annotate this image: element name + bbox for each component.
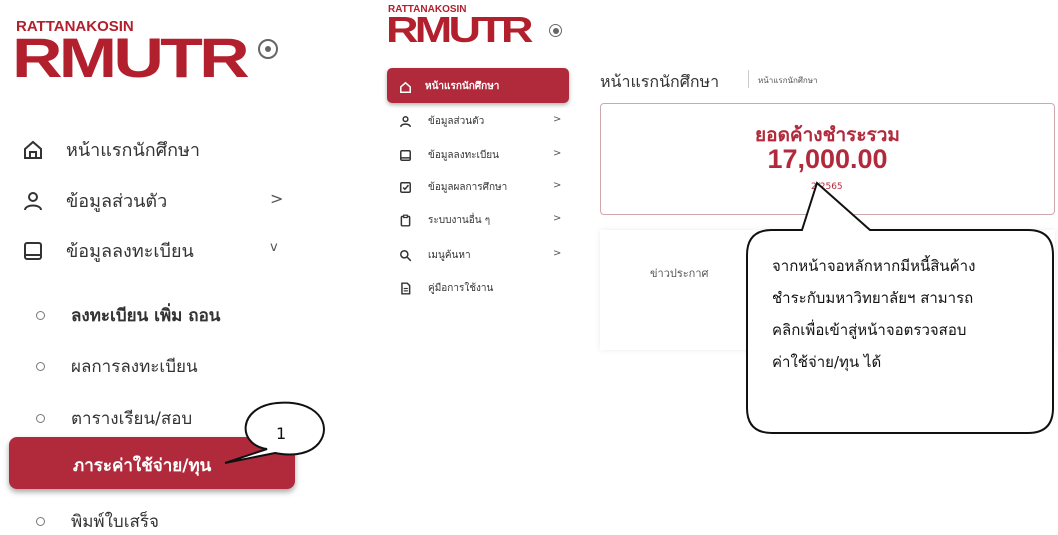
submenu-item-add-drop[interactable]: ลงทะเบียน เพิ่ม ถอน	[36, 302, 220, 329]
sidebar-item-other-systems[interactable]: ระบบงานอื่น ๆ	[399, 213, 490, 228]
bullet-icon	[36, 311, 45, 320]
sidebar-item-home[interactable]: หน้าแรกนักศึกษา	[22, 135, 200, 164]
bullet-icon	[36, 517, 45, 526]
sidebar-item-label: ข้อมูลลงทะเบียน	[428, 150, 499, 161]
user-icon	[399, 115, 412, 128]
target-icon[interactable]	[549, 24, 562, 37]
document-icon	[399, 282, 412, 295]
target-icon[interactable]	[258, 39, 278, 59]
submenu-item-timetable[interactable]: ตารางเรียน/สอบ	[36, 405, 192, 432]
sidebar-item-label: เมนูค้นหา	[428, 250, 471, 261]
checkbox-icon	[399, 181, 412, 194]
title-divider	[748, 70, 749, 88]
sidebar-item-label: ข้อมูลผลการศึกษา	[428, 182, 508, 193]
submenu-label: ผลการลงทะเบียน	[71, 357, 198, 377]
logo-big-text: RMUTR	[12, 26, 250, 89]
search-icon	[399, 249, 412, 262]
outstanding-amount: 17,000.00	[767, 144, 888, 174]
submenu-item-registration-result[interactable]: ผลการลงทะเบียน	[36, 353, 198, 380]
callout-line: ชำระกับมหาวิทยาลัยฯ สามารถ	[772, 289, 974, 307]
chevron-right-icon: >	[553, 114, 562, 125]
chevron-right-icon: >	[553, 213, 562, 224]
sidebar-item-grades[interactable]: ข้อมูลผลการศึกษา	[399, 180, 507, 195]
sidebar-item-home-active[interactable]: หน้าแรกนักศึกษา	[387, 68, 569, 103]
sidebar-item-label: ระบบงานอื่น ๆ	[428, 215, 491, 226]
sidebar-item-label: ข้อมูลส่วนตัว	[428, 116, 485, 127]
news-label: ข่าวประกาศ	[650, 267, 709, 280]
sidebar-item-label: หน้าแรกนักศึกษา	[425, 81, 500, 92]
breadcrumb[interactable]: หน้าแรกนักศึกษา	[758, 74, 818, 87]
callout-line: ค่าใช้จ่าย/ทุน ได้	[772, 353, 882, 371]
bullet-icon	[36, 362, 45, 371]
sidebar-item-profile[interactable]: ข้อมูลส่วนตัว	[399, 114, 484, 129]
sidebar-item-label: ข้อมูลส่วนตัว	[66, 191, 168, 212]
sidebar-item-label: หน้าแรกนักศึกษา	[66, 140, 200, 161]
chevron-right-icon: >	[553, 248, 562, 259]
sidebar-item-label: คู่มือการใช้งาน	[428, 283, 494, 294]
chevron-right-icon: >	[553, 180, 562, 191]
sidebar-item-search[interactable]: เมนูค้นหา	[399, 248, 471, 263]
number-callout	[224, 401, 325, 464]
bullet-icon	[36, 414, 45, 423]
chevron-right-icon: >	[553, 148, 562, 159]
user-icon	[22, 190, 44, 212]
callout-number: 1	[276, 424, 287, 443]
book-icon	[399, 149, 412, 162]
page-title: หน้าแรกนักศึกษา	[600, 72, 720, 91]
home-icon	[399, 79, 412, 98]
book-icon	[22, 240, 44, 262]
logo-big-text: RMUTR	[386, 9, 533, 50]
clipboard-icon	[399, 214, 412, 227]
sidebar-item-manual[interactable]: คู่มือการใช้งาน	[399, 281, 493, 296]
sidebar-item-profile[interactable]: ข้อมูลส่วนตัว	[22, 186, 167, 215]
submenu-label: ลงทะเบียน เพิ่ม ถอน	[71, 306, 221, 326]
callout-line: จากหน้าจอหลักหากมีหนี้สินค้าง	[772, 257, 976, 275]
sidebar-item-registration[interactable]: ข้อมูลลงทะเบียน	[22, 236, 194, 265]
sidebar-item-registration[interactable]: ข้อมูลลงทะเบียน	[399, 148, 499, 163]
callout-line: คลิกเพื่อเข้าสู่หน้าจอตรวจสอบ	[772, 321, 967, 339]
home-icon	[22, 139, 44, 161]
callout-text: จากหน้าจอหลักหากมีหนี้สินค้าง ชำระกับมหา…	[772, 250, 1042, 378]
submenu-label: ภาระค่าใช้จ่าย/ทุน	[73, 456, 212, 476]
sidebar-item-label: ข้อมูลลงทะเบียน	[66, 241, 194, 262]
submenu-label: ตารางเรียน/สอบ	[71, 409, 193, 429]
chevron-right-icon: >	[270, 189, 284, 208]
chevron-down-icon: v	[270, 240, 278, 255]
